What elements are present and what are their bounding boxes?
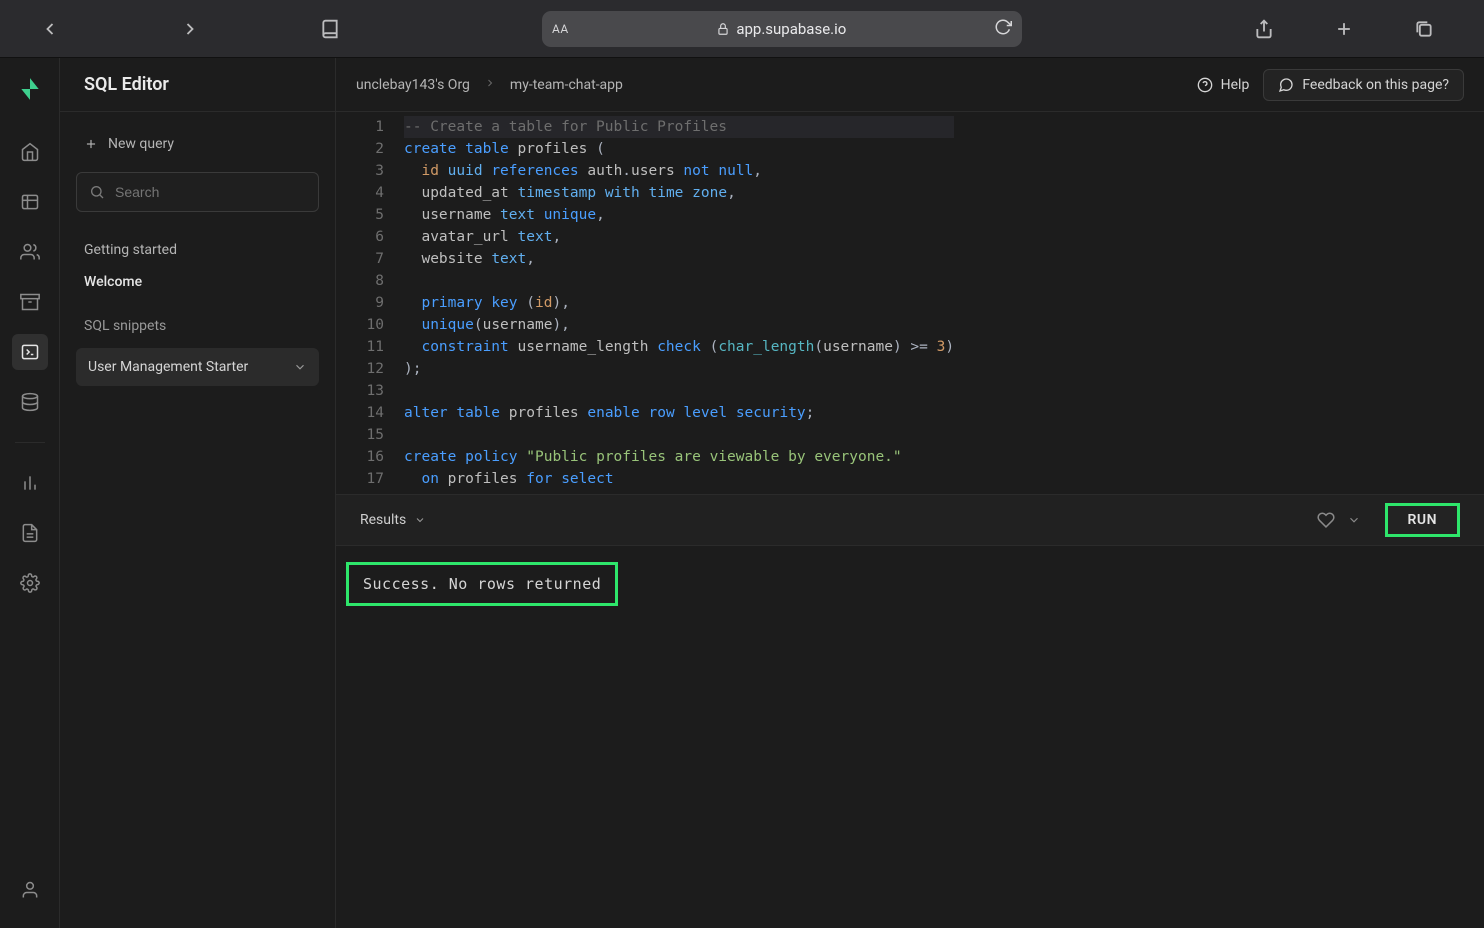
search-input[interactable] — [115, 184, 306, 200]
plus-icon — [1334, 19, 1354, 39]
tabs-button[interactable] — [1384, 9, 1464, 49]
result-message: Success. No rows returned — [346, 562, 618, 606]
nav-table-editor[interactable] — [12, 184, 48, 220]
address-bar[interactable]: AA app.supabase.io — [542, 11, 1022, 47]
browser-toolbar: AA app.supabase.io — [0, 0, 1484, 58]
nav-auth[interactable] — [12, 234, 48, 270]
url-text: app.supabase.io — [736, 20, 846, 38]
snippet-item-active[interactable]: User Management Starter — [76, 348, 319, 386]
topbar: unclebay143's Org my-team-chat-app Help … — [336, 58, 1484, 112]
code-area[interactable]: -- Create a table for Public Profilescre… — [398, 112, 954, 494]
nav-sql-editor[interactable] — [12, 334, 48, 370]
chevron-down-icon — [414, 514, 426, 526]
reload-icon — [994, 18, 1012, 36]
breadcrumb-separator — [484, 77, 496, 93]
plus-icon — [84, 137, 98, 151]
chevron-down-icon — [293, 360, 307, 374]
icon-rail — [0, 58, 60, 928]
lock-icon — [716, 22, 730, 36]
feedback-button[interactable]: Feedback on this page? — [1263, 69, 1464, 101]
new-tab-button[interactable] — [1304, 9, 1384, 49]
chevron-right-icon — [180, 19, 200, 39]
run-options-dropdown[interactable] — [1347, 513, 1361, 527]
home-icon — [20, 142, 40, 162]
main-panel: unclebay143's Org my-team-chat-app Help … — [336, 58, 1484, 928]
help-icon — [1197, 77, 1213, 93]
breadcrumb-org[interactable]: unclebay143's Org — [356, 77, 470, 93]
nav-account[interactable] — [12, 872, 48, 908]
help-button[interactable]: Help — [1197, 77, 1250, 93]
nav-database[interactable] — [12, 384, 48, 420]
search-icon — [89, 184, 105, 200]
user-icon — [20, 880, 40, 900]
code-editor[interactable]: 1234567891011121314151617 -- Create a ta… — [336, 112, 1484, 494]
favorite-button[interactable] — [1317, 511, 1335, 529]
results-tab[interactable]: Results — [360, 512, 426, 528]
results-tab-label: Results — [360, 512, 406, 528]
new-query-button[interactable]: New query — [76, 130, 319, 158]
run-button[interactable]: RUN — [1385, 503, 1461, 537]
snippets-section-label: SQL snippets — [76, 298, 319, 342]
chevron-left-icon — [40, 19, 60, 39]
tabs-icon — [1414, 19, 1434, 39]
results-bar: Results RUN — [336, 494, 1484, 546]
new-query-label: New query — [108, 136, 174, 152]
sidebar: SQL Editor New query Getting started Wel… — [60, 58, 336, 928]
forward-button[interactable] — [160, 9, 220, 49]
heart-icon — [1317, 511, 1335, 529]
share-icon — [1254, 19, 1274, 39]
sidebar-item-welcome[interactable]: Welcome — [76, 266, 319, 298]
snippet-item-label: User Management Starter — [88, 359, 248, 375]
url-display: app.supabase.io — [569, 20, 994, 38]
chevron-down-icon — [1347, 513, 1361, 527]
line-gutter: 1234567891011121314151617 — [336, 112, 398, 494]
rail-divider — [15, 442, 45, 443]
gear-icon — [20, 573, 40, 593]
table-icon — [20, 192, 40, 212]
reload-button[interactable] — [994, 18, 1012, 40]
search-box[interactable] — [76, 172, 319, 212]
message-icon — [1278, 77, 1294, 93]
supabase-logo-icon — [17, 76, 43, 102]
help-label: Help — [1221, 77, 1250, 93]
nav-settings[interactable] — [12, 565, 48, 601]
app-root: SQL Editor New query Getting started Wel… — [0, 58, 1484, 928]
back-button[interactable] — [20, 9, 80, 49]
users-icon — [20, 242, 40, 262]
sidebar-title: SQL Editor — [60, 58, 335, 112]
nav-storage[interactable] — [12, 284, 48, 320]
feedback-label: Feedback on this page? — [1302, 77, 1449, 93]
nav-logs[interactable] — [12, 515, 48, 551]
results-panel: Success. No rows returned — [336, 546, 1484, 928]
sidebar-item-getting-started[interactable]: Getting started — [76, 234, 319, 266]
nav-home[interactable] — [12, 134, 48, 170]
bookmarks-button[interactable] — [300, 9, 360, 49]
share-button[interactable] — [1224, 9, 1304, 49]
file-icon — [20, 523, 40, 543]
run-label: RUN — [1408, 512, 1438, 528]
book-icon — [320, 19, 340, 39]
archive-icon — [20, 292, 40, 312]
nav-reports[interactable] — [12, 465, 48, 501]
breadcrumb-project[interactable]: my-team-chat-app — [510, 77, 623, 93]
bar-chart-icon — [20, 473, 40, 493]
terminal-icon — [20, 342, 40, 362]
database-icon — [20, 392, 40, 412]
textsize-button[interactable]: AA — [552, 22, 569, 36]
